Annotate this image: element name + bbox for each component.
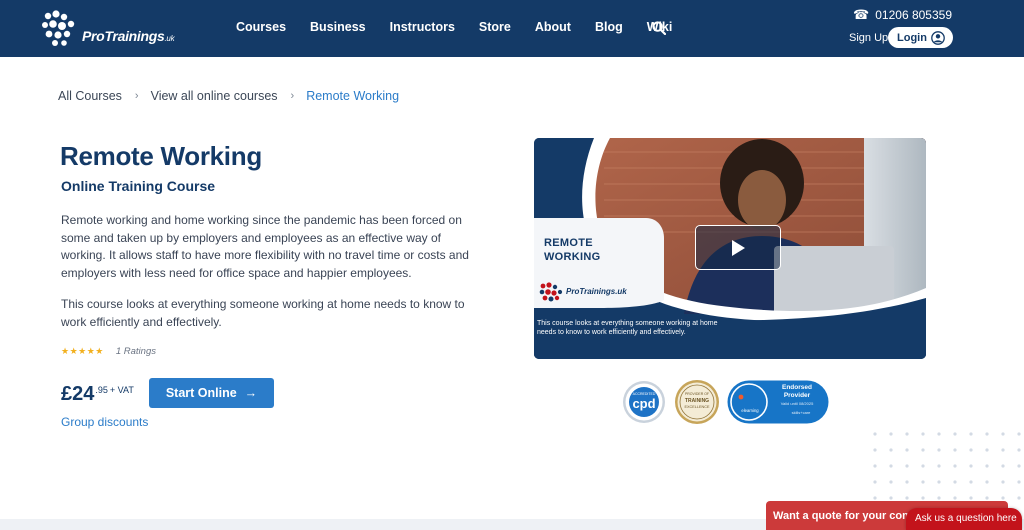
breadcrumb: All Courses › View all online courses › …: [58, 89, 399, 103]
course-description-secondary: This course looks at everything someone …: [61, 297, 465, 329]
video-logo-text: ProTrainings.uk: [566, 287, 627, 296]
video-title-line: WORKING: [544, 251, 601, 263]
course-rating: ★★★★★ 1 Ratings: [61, 346, 156, 357]
trainer-badge-bottom: EXCELLENCE: [684, 405, 710, 409]
trainer-badge-top: PROVIDER OF: [684, 392, 710, 396]
training-excellence-badge: PROVIDER OF TRAINING EXCELLENCE: [674, 379, 720, 425]
elearning-badge-brand: elearning: [741, 408, 759, 413]
cpd-accredited-badge: ACCREDITED cpd COURSE: [622, 380, 666, 424]
search-icon[interactable]: [652, 21, 666, 35]
elearning-badge-title: Endorsed: [782, 384, 812, 391]
nav-instructors[interactable]: Instructors: [390, 20, 455, 34]
video-title: REMOTE WORKING: [544, 236, 634, 264]
logo-dots-icon: [42, 10, 75, 46]
phone-number[interactable]: ☎ 01206 805359: [853, 7, 952, 23]
elearning-badge-sub: skills+care: [791, 410, 811, 415]
nav-business[interactable]: Business: [310, 20, 366, 34]
video-caption: This course looks at everything someone …: [537, 320, 718, 336]
price-main: £24: [61, 383, 95, 405]
cpd-badge-bottom: COURSE: [636, 412, 652, 416]
video-title-line: REMOTE: [544, 237, 593, 249]
arrow-right-icon: →: [244, 386, 258, 400]
course-video[interactable]: REMOTE WORKING ProTrainings.uk This cour…: [534, 138, 926, 359]
breadcrumb-separator: ›: [290, 90, 295, 102]
trainer-badge-mid: TRAINING: [684, 398, 710, 404]
cpd-badge-main: cpd: [632, 396, 656, 411]
play-icon: [732, 239, 745, 256]
price-vat: + VAT: [109, 385, 134, 395]
breadcrumb-current[interactable]: Remote Working: [306, 89, 399, 103]
elearning-badge-title-2: Provider: [783, 392, 811, 399]
breadcrumb-all-courses[interactable]: All Courses: [58, 89, 122, 103]
main-nav: Courses Business Instructors Store About…: [236, 20, 696, 34]
phone-icon: ☎: [853, 7, 870, 22]
play-button[interactable]: [695, 225, 781, 270]
page-title: Remote Working: [60, 141, 262, 171]
ratings-count[interactable]: 1 Ratings: [116, 346, 156, 357]
nav-courses[interactable]: Courses: [236, 20, 286, 34]
logo-dots-icon: [539, 282, 563, 302]
star-rating-icon: ★★★★★: [61, 346, 104, 356]
breadcrumb-online-courses[interactable]: View all online courses: [151, 89, 278, 103]
price-cents: .95: [95, 385, 108, 395]
nav-about[interactable]: About: [535, 20, 571, 34]
ask-question-tab[interactable]: Ask us a question here: [906, 508, 1022, 530]
course-description: Remote working and home working since th…: [61, 213, 469, 280]
elearning-endorsed-badge: Endorsed Provider Valid until 08/2025 el…: [727, 380, 829, 424]
protrainings-logo[interactable]: ProTrainings.uk: [40, 8, 175, 50]
group-discounts-link[interactable]: Group discounts: [61, 415, 148, 429]
phone-text: 01206 805359: [875, 8, 952, 22]
video-logo: ProTrainings.uk: [538, 281, 627, 303]
start-online-label: Start Online: [165, 386, 237, 400]
login-button[interactable]: Login: [888, 27, 953, 48]
signup-link[interactable]: Sign Up: [849, 32, 888, 44]
site-header: ProTrainings.uk Courses Business Instruc…: [0, 0, 1024, 57]
page-subtitle: Online Training Course: [61, 178, 216, 194]
nav-store[interactable]: Store: [479, 20, 511, 34]
course-price: £24 .95 + VAT: [61, 383, 134, 406]
user-circle-icon: [931, 30, 945, 45]
breadcrumb-separator: ›: [134, 90, 139, 102]
nav-blog[interactable]: Blog: [595, 20, 623, 34]
start-online-button[interactable]: Start Online →: [149, 378, 274, 408]
elearning-badge-valid: Valid until 08/2025: [780, 401, 814, 406]
login-label: Login: [897, 31, 927, 44]
logo-wordmark: ProTrainings.uk: [82, 28, 175, 44]
